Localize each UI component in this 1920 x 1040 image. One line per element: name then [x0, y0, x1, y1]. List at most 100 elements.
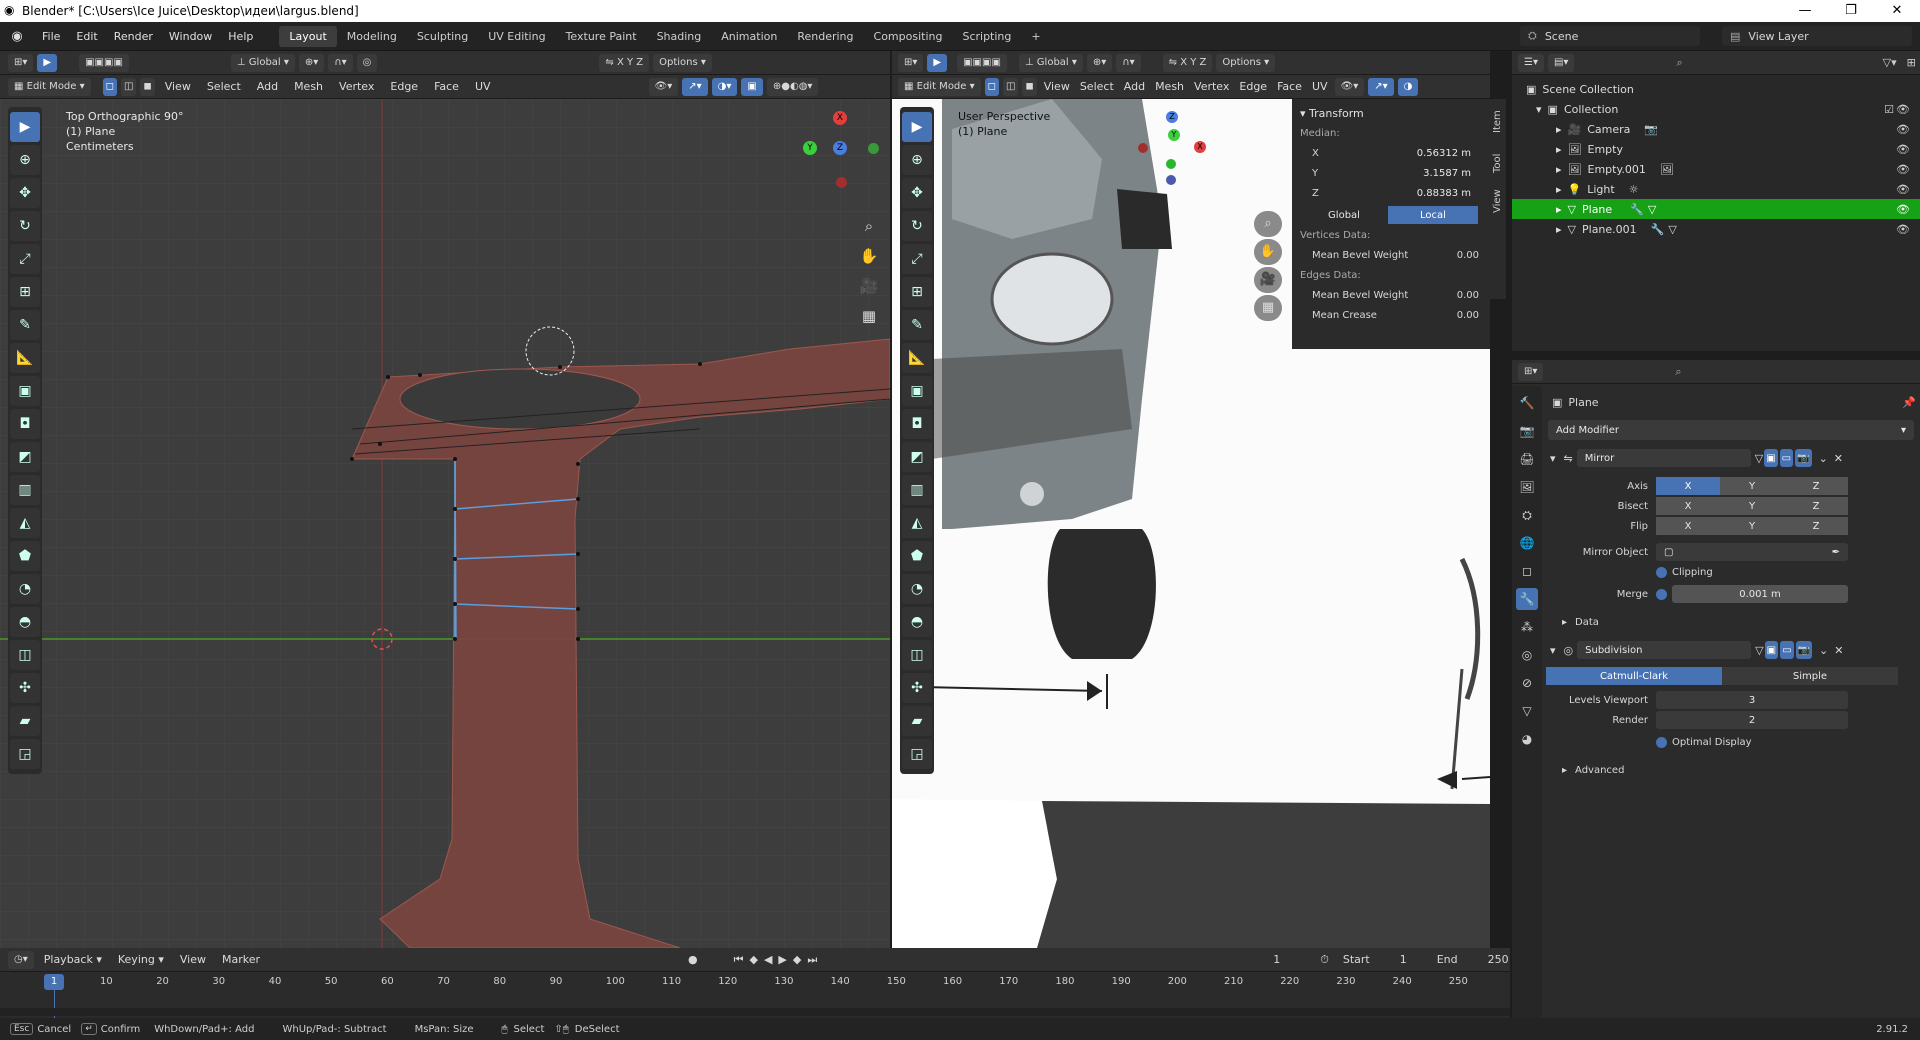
pan-hand-icon-right[interactable]: ✋ [1254, 239, 1282, 265]
flip-z-toggle[interactable]: Z [1784, 517, 1848, 535]
start-frame-field[interactable]: 1 [1400, 953, 1407, 966]
tab-texture-paint[interactable]: Texture Paint [556, 26, 647, 47]
properties-editor-type-icon[interactable]: ⊞▾ [1518, 362, 1544, 381]
spin-tool-icon[interactable]: ◔ [10, 574, 40, 604]
shear-tool-icon[interactable]: ▰ [10, 706, 40, 736]
mirror-oncage-icon[interactable]: ▣ [1764, 449, 1778, 467]
subdiv-oncage-icon[interactable]: ▣ [1764, 641, 1779, 659]
modifier-tab-icon[interactable]: 🔧 [1516, 588, 1538, 610]
gizmo-z-axis[interactable]: Z [833, 141, 847, 155]
selection-boxes-icon-right[interactable]: ▣▣▣▣ [957, 53, 1007, 72]
gizmo-toggle-icon-right[interactable]: ↗▾ [1368, 77, 1394, 96]
blender-menu-icon[interactable]: ◉ [0, 29, 34, 44]
outliner-scene-collection[interactable]: ▣ Scene Collection [1512, 79, 1920, 99]
face-select-icon-right[interactable]: ◼ [1022, 77, 1037, 96]
flip-x-toggle[interactable]: X [1656, 517, 1720, 535]
edge-select-icon-right[interactable]: ◫ [1002, 77, 1019, 96]
transform-panel-header[interactable]: ▾ Transform [1300, 103, 1479, 123]
subdiv-editmode-icon[interactable]: ▽ [1755, 644, 1763, 657]
outliner-item-collection[interactable]: ▾ ▣ Collection ☑ 👁 [1512, 99, 1920, 119]
mirror-axis-icon-right[interactable]: ⇋ X Y Z [1162, 53, 1213, 72]
global-button[interactable]: Global [1300, 206, 1388, 224]
edge-slide-tool-icon[interactable]: ◫ [10, 640, 40, 670]
output-tab-icon[interactable]: 🖨 [1516, 448, 1538, 470]
edge-slide-tool-icon-right[interactable]: ◫ [902, 640, 932, 670]
world-tab-icon[interactable]: 🌐 [1516, 532, 1538, 554]
menu-playback[interactable]: Playback ▾ [36, 953, 110, 966]
pin-icon[interactable]: 📌 [1902, 396, 1916, 409]
loop-cut-tool-icon[interactable]: ▥ [10, 475, 40, 505]
tab-uv-editing[interactable]: UV Editing [478, 26, 555, 47]
outliner-item-empty[interactable]: ▸ 🖼 Empty 👁 [1512, 139, 1920, 159]
scale-tool-icon[interactable]: ⤢ [10, 244, 40, 274]
add-workspace-button[interactable]: + [1021, 26, 1050, 47]
camera-view-icon[interactable]: 🎥 [858, 271, 880, 301]
collection-checkbox[interactable]: ☑ [1884, 103, 1894, 116]
menu-face-right[interactable]: Face [1272, 80, 1307, 93]
menu-edge-right[interactable]: Edge [1234, 80, 1272, 93]
poly-build-tool-icon-right[interactable]: ⬟ [902, 541, 932, 571]
subdiv-remove-icon[interactable]: ✕ [1834, 644, 1843, 657]
camera-visibility-icon[interactable]: 👁 [1896, 123, 1910, 136]
inset-tool-icon-right[interactable]: ◘ [902, 409, 932, 439]
annotate-tool-icon-right[interactable]: ✎ [902, 310, 932, 340]
maximize-button[interactable]: ❐ [1828, 0, 1874, 22]
shrink-fatten-tool-icon[interactable]: ✣ [10, 673, 40, 703]
new-collection-icon[interactable]: ⊞ [1907, 56, 1916, 69]
mirror-viewport-icon[interactable]: ▭ [1779, 449, 1794, 467]
outliner-filter-icon[interactable]: ▽▾ [1883, 56, 1897, 69]
flip-y-toggle[interactable]: Y [1720, 517, 1784, 535]
expand-empty-icon[interactable]: ▸ [1556, 143, 1562, 156]
menu-vertex[interactable]: Vertex [331, 80, 382, 93]
particles-tab-icon[interactable]: ⁂ [1516, 616, 1538, 638]
clipping-row[interactable]: Clipping [1546, 562, 1916, 582]
bisect-y-toggle[interactable]: Y [1720, 497, 1784, 515]
left-viewport-canvas[interactable]: Top Orthographic 90° (1) Plane Centimete… [0, 99, 890, 948]
expand-collection-icon[interactable]: ▾ [1536, 103, 1542, 116]
xray-toggle-icon[interactable]: ▣ [741, 77, 763, 96]
axis-x-toggle[interactable]: X [1656, 477, 1720, 495]
gizmo-neg-z-right[interactable] [1166, 175, 1176, 185]
transform-tool-icon-right[interactable]: ⊞ [902, 277, 932, 307]
options-dropdown-right[interactable]: Options ▾ [1216, 53, 1276, 72]
menu-marker[interactable]: Marker [214, 953, 268, 966]
local-button[interactable]: Local [1388, 206, 1478, 224]
record-keyframe-icon[interactable]: ● [688, 953, 698, 966]
end-frame-field[interactable]: 250 [1488, 953, 1509, 966]
menu-uv-right[interactable]: UV [1307, 80, 1333, 93]
add-modifier-dropdown[interactable]: Add Modifier ▾ [1548, 420, 1914, 440]
merge-distance-field[interactable]: 0.001 m [1672, 585, 1848, 603]
tab-tool[interactable]: Tool [1490, 139, 1505, 179]
current-frame-field[interactable]: 1 [1273, 953, 1280, 966]
bisect-x-toggle[interactable]: X [1656, 497, 1720, 515]
menu-mesh-right[interactable]: Mesh [1150, 80, 1189, 93]
mirror-name-field[interactable]: Mirror [1576, 449, 1751, 467]
selection-boxes-icon[interactable]: ▣▣▣▣ [79, 53, 129, 72]
advanced-subpanel[interactable]: ▸ Advanced [1546, 760, 1916, 780]
mirror-remove-icon[interactable]: ✕ [1834, 452, 1843, 465]
outliner-editor-type-icon[interactable]: ☰▾ [1518, 53, 1544, 72]
view-layer-tab-icon[interactable]: 🖼 [1516, 476, 1538, 498]
rip-tool-icon[interactable]: ◲ [10, 739, 40, 769]
merge-checkbox[interactable] [1656, 588, 1667, 600]
tab-layout[interactable]: Layout [279, 25, 337, 47]
menu-timeline-view[interactable]: View [172, 953, 214, 966]
navigation-gizmo[interactable]: X Y Z [790, 105, 880, 195]
snap-icon-right[interactable]: ∩▾ [1116, 53, 1141, 72]
eyedropper-icon[interactable]: ✒ [1832, 547, 1840, 558]
subdiv-viewport-icon[interactable]: ▭ [1780, 641, 1794, 659]
mirror-object-field[interactable]: ▢ ✒ [1656, 543, 1848, 561]
vertex-bevel-row[interactable]: Mean Bevel Weight 0.00 [1300, 245, 1479, 265]
optimal-display-row[interactable]: Optimal Display [1546, 732, 1916, 752]
properties-search-icon[interactable]: ⌕ [1675, 365, 1681, 379]
editor-type-button[interactable]: ⊞▾ [8, 53, 34, 72]
move-tool-icon[interactable]: ✥ [10, 178, 40, 208]
camera-view-icon-right[interactable]: 🎥 [1254, 267, 1282, 293]
overlay-toggle-icon-right[interactable]: ◑ [1397, 77, 1419, 96]
menu-help[interactable]: Help [220, 30, 261, 43]
gizmo-neg-x[interactable] [836, 177, 847, 188]
mode-dropdown-right[interactable]: ▦ Edit Mode ▾ [898, 77, 981, 96]
shrink-fatten-tool-icon-right[interactable]: ✣ [902, 673, 932, 703]
empty-visibility-icon[interactable]: 👁 [1896, 143, 1910, 156]
menu-render[interactable]: Render [106, 30, 161, 43]
